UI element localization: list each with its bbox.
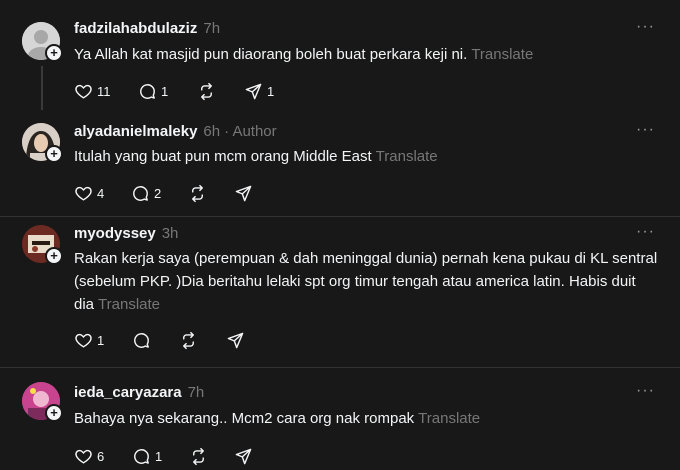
like-button[interactable]: 1 — [74, 330, 104, 350]
repost-icon — [201, 82, 212, 100]
reply-count: 1 — [155, 448, 163, 464]
comment-header: alyadanielmaleky 6h · Author — [74, 123, 277, 140]
translate-link[interactable]: Translate — [471, 46, 533, 63]
comment-header: ieda_caryazara 7h — [74, 384, 204, 401]
timestamp[interactable]: 3h — [162, 225, 179, 242]
like-count: 1 — [97, 332, 105, 348]
translate-link[interactable]: Translate — [376, 148, 438, 165]
author-badge: · Author — [224, 123, 277, 140]
thread-line — [41, 66, 43, 110]
comment-header: myodyssey 3h — [74, 225, 178, 242]
username[interactable]: fadzilahabdulaziz — [74, 20, 197, 37]
heart-icon — [75, 84, 92, 99]
comment-header: fadzilahabdulaziz 7h — [74, 20, 220, 37]
comment: + fadzilahabdulaziz 7h ··· Ya Allah kat m… — [0, 0, 680, 117]
follow-plus-icon[interactable]: + — [45, 247, 63, 265]
share-count: 1 — [267, 83, 275, 99]
more-options-icon[interactable]: ··· — [636, 382, 655, 400]
repost-icon — [183, 331, 194, 349]
comment-text: Bahaya nya sekarang.. Mcm2 cara org nak … — [74, 407, 664, 430]
share-button[interactable] — [234, 446, 253, 466]
more-options-icon[interactable]: ··· — [636, 121, 655, 139]
like-count: 6 — [97, 448, 105, 464]
comment-body: Ya Allah kat masjid pun diaorang boleh b… — [74, 46, 468, 63]
follow-plus-icon[interactable]: + — [45, 44, 63, 62]
reply-count: 2 — [154, 185, 162, 201]
heart-icon — [75, 186, 92, 201]
comment-text: Ya Allah kat masjid pun diaorang boleh b… — [74, 43, 664, 66]
send-icon — [235, 185, 252, 201]
username[interactable]: myodyssey — [74, 225, 156, 242]
send-icon — [245, 83, 262, 99]
share-button[interactable] — [234, 183, 253, 203]
username[interactable]: alyadanielmaleky — [74, 123, 197, 140]
reply-bubble-icon — [133, 185, 148, 201]
comment: + alyadanielmaleky 6h · Author ··· Itulah … — [0, 117, 680, 217]
send-icon — [227, 332, 244, 348]
share-button[interactable] — [226, 330, 245, 350]
comment-text: Rakan kerja saya (perempuan & dah mening… — [74, 247, 664, 316]
reply-button[interactable]: 2 — [131, 183, 161, 203]
repost-button[interactable] — [189, 446, 208, 466]
timestamp[interactable]: 6h — [203, 123, 220, 140]
comment-body: Bahaya nya sekarang.. Mcm2 cara org nak … — [74, 410, 415, 427]
heart-icon — [75, 449, 92, 464]
follow-plus-icon[interactable]: + — [45, 404, 63, 422]
timestamp[interactable]: 7h — [188, 384, 205, 401]
like-count: 4 — [97, 185, 105, 201]
more-options-icon[interactable]: ··· — [636, 18, 655, 36]
comment: + ieda_caryazara 7h ··· Bahaya nya sekara… — [0, 368, 680, 470]
reply-button[interactable]: 1 — [132, 446, 162, 466]
username[interactable]: ieda_caryazara — [74, 384, 182, 401]
share-button[interactable]: 1 — [244, 81, 274, 101]
timestamp[interactable]: 7h — [203, 20, 220, 37]
comment-body: Rakan kerja saya (perempuan & dah mening… — [74, 250, 658, 313]
repost-button[interactable] — [179, 330, 198, 350]
translate-link[interactable]: Translate — [418, 410, 480, 427]
like-count: 11 — [97, 83, 111, 99]
reply-button[interactable]: 1 — [138, 81, 168, 101]
like-button[interactable]: 6 — [74, 446, 104, 466]
send-icon — [235, 448, 252, 464]
repost-button[interactable] — [188, 183, 207, 203]
repost-button[interactable] — [197, 81, 216, 101]
repost-icon — [193, 447, 204, 465]
reply-bubble-icon — [134, 332, 149, 348]
like-button[interactable]: 11 — [74, 81, 111, 101]
reply-bubble-icon — [140, 83, 155, 99]
reply-button[interactable] — [132, 330, 151, 350]
comment-text: Itulah yang buat pun mcm orang Middle Ea… — [74, 145, 664, 168]
comment: + myodyssey 3h ··· Rakan kerja saya (pere… — [0, 217, 680, 367]
reply-count: 1 — [161, 83, 169, 99]
follow-plus-icon[interactable]: + — [45, 145, 63, 163]
comment-body: Itulah yang buat pun mcm orang Middle Ea… — [74, 148, 372, 165]
heart-icon — [75, 333, 92, 348]
like-button[interactable]: 4 — [74, 183, 104, 203]
reply-bubble-icon — [134, 448, 149, 464]
more-options-icon[interactable]: ··· — [636, 223, 655, 241]
translate-link[interactable]: Translate — [98, 296, 160, 313]
repost-icon — [192, 184, 203, 202]
